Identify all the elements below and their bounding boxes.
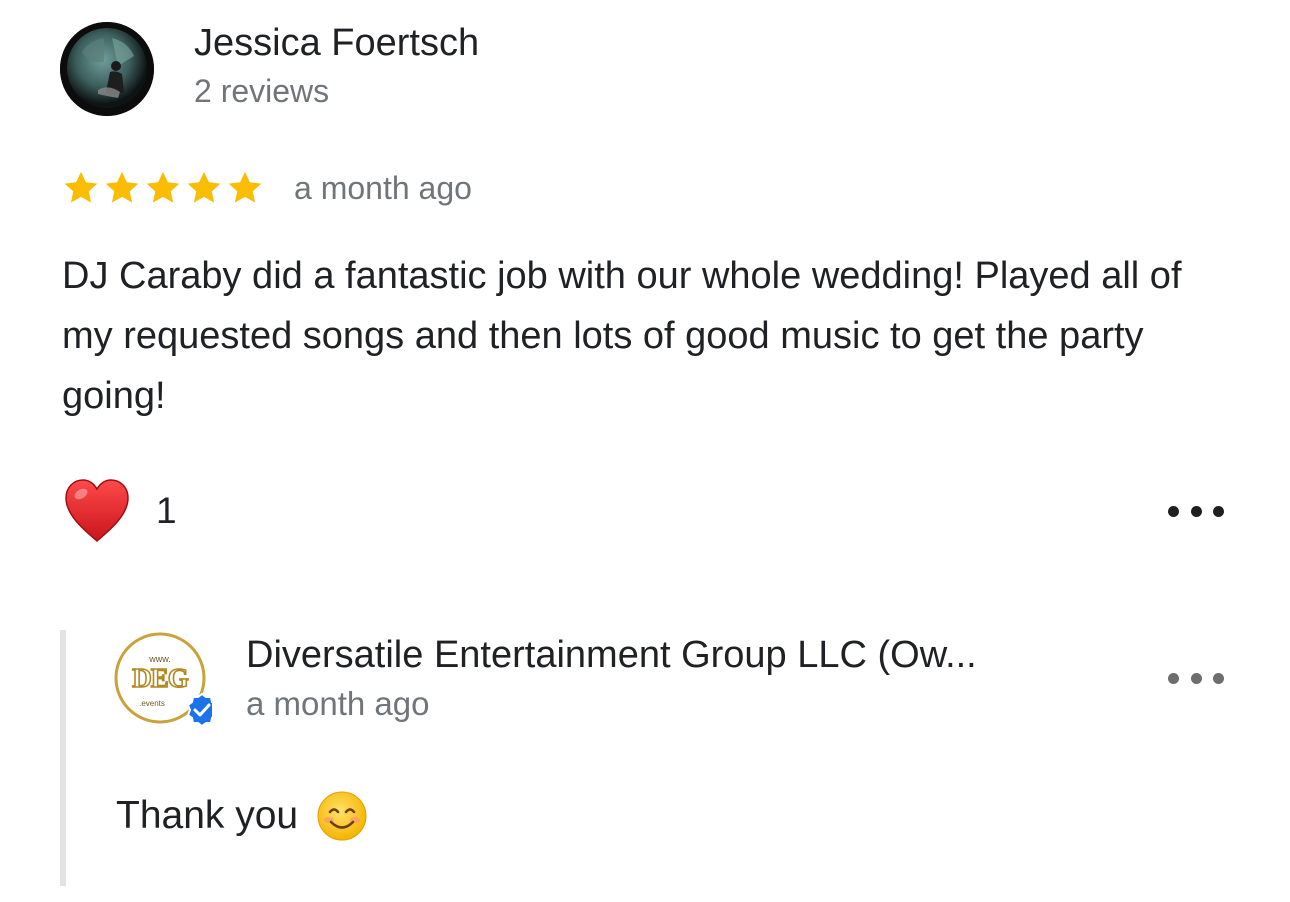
logo-bottom-text: .events	[139, 699, 165, 708]
reviewer-avatar[interactable]	[60, 22, 154, 116]
owner-name[interactable]: Diversatile Entertainment Group LLC (Ow.…	[246, 634, 977, 677]
reviewer-name[interactable]: Jessica Foertsch	[194, 22, 479, 65]
review-more-options-button[interactable]	[1168, 496, 1224, 526]
more-dot	[1190, 672, 1202, 684]
more-dot	[1213, 505, 1224, 517]
owner-logo[interactable]: www. DEG .events	[114, 632, 218, 730]
more-dot	[1190, 505, 1202, 517]
more-horizontal-icon	[1168, 505, 1179, 517]
reply-more-options-button[interactable]	[1168, 663, 1224, 693]
avatar-photo	[60, 22, 154, 116]
review-text: DJ Caraby did a fantastic job with our w…	[62, 255, 1182, 417]
reviewer-review-count: 2 reviews	[194, 73, 330, 109]
star-rating	[62, 169, 264, 207]
star-icon	[64, 171, 98, 203]
more-horizontal-icon	[1168, 672, 1179, 684]
star-icon	[146, 171, 180, 203]
heart-icon	[65, 479, 129, 543]
reply-divider-bar	[60, 630, 66, 886]
review-date: a month ago	[294, 170, 472, 206]
owner-reply-date: a month ago	[246, 685, 430, 722]
like-button[interactable]	[62, 478, 132, 544]
logo-main-text: DEG	[132, 663, 189, 693]
like-count: 1	[156, 490, 177, 531]
star-icon	[228, 171, 262, 203]
star-icon	[187, 171, 221, 203]
more-dot	[1213, 672, 1224, 684]
owner-reply-body: Thank you	[116, 790, 368, 842]
deg-logo: www. DEG .events	[114, 632, 218, 728]
star-icon	[105, 171, 139, 203]
owner-reply-text: Thank you	[116, 794, 299, 837]
smiling-face-icon	[317, 791, 367, 841]
